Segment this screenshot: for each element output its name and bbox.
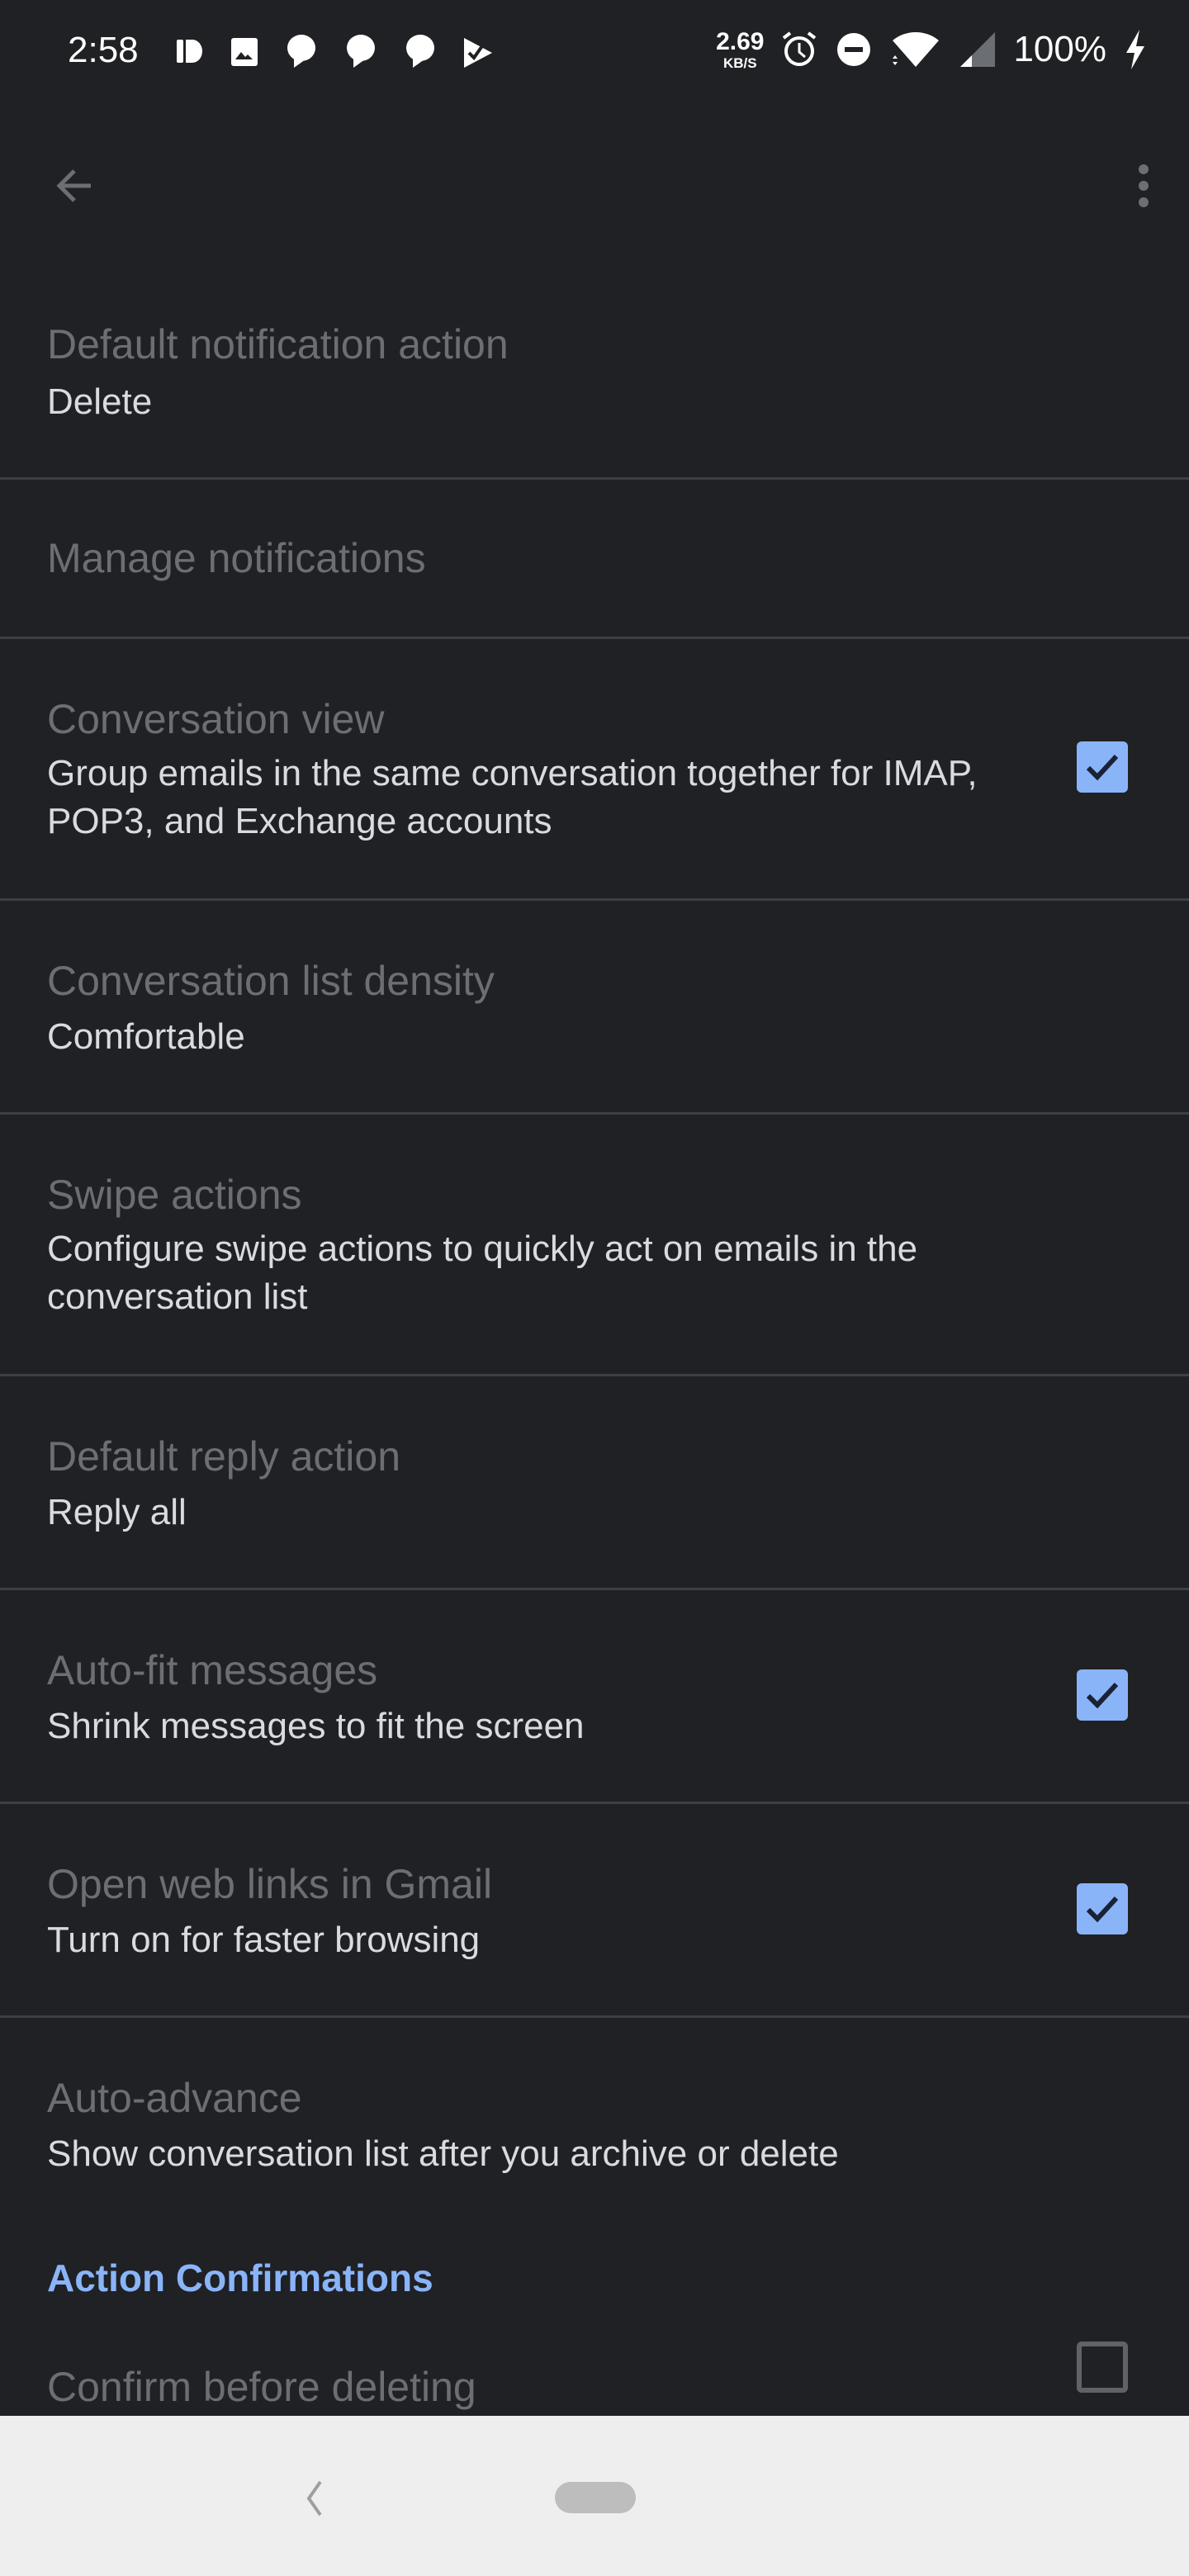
conversation-view-checkbox[interactable] (1077, 741, 1128, 793)
check-icon (1086, 1896, 1119, 1923)
network-speed: 2.69 KB/S (716, 27, 765, 71)
nav-back-icon[interactable] (297, 2474, 330, 2523)
alarm-icon (783, 31, 817, 66)
battery-percent: 100% (1013, 29, 1106, 69)
setting-title: Manage notifications (47, 535, 426, 581)
setting-title: Default notification action (47, 321, 509, 367)
section-header: Action Confirmations (47, 2256, 433, 2299)
clock: 2:58 (68, 30, 139, 70)
more-vert-icon (1139, 164, 1149, 207)
system-icons: 2.69 KB/S 100% (716, 28, 1148, 71)
setting-summary: Show conversation list after you archive… (47, 2133, 839, 2174)
back-button[interactable] (41, 157, 107, 215)
more-options-button[interactable] (1115, 157, 1172, 215)
setting-title: Auto-fit messages (47, 1647, 378, 1693)
setting-summary: Delete (47, 381, 153, 422)
setting-summary: Reply all (47, 1492, 187, 1532)
setting-title: Confirm before deleting (47, 2364, 476, 2410)
settings-list: Default notification action Delete Manag… (0, 264, 1189, 2530)
cell-signal-icon (960, 32, 996, 67)
auto-fit-checkbox[interactable] (1077, 1669, 1128, 1721)
arrow-back-icon (56, 169, 91, 202)
setting-summary: Shrink messages to fit the screen (47, 1706, 585, 1746)
setting-title: Open web links in Gmail (47, 1861, 493, 1907)
toolbar (0, 107, 1189, 264)
check-icon (1086, 754, 1119, 781)
setting-summary: Turn on for faster browsing (47, 1920, 481, 1960)
setting-summary: Comfortable (47, 1016, 245, 1057)
status-bar: 2:58 2.69 KB/S 100% (0, 0, 1189, 107)
confirm-delete-checkbox[interactable] (1077, 2342, 1128, 2393)
wifi-icon (893, 31, 940, 67)
nav-home-pill[interactable] (555, 2482, 636, 2513)
setting-auto-advance[interactable]: Auto-advance Show conversation list afte… (0, 2018, 1189, 2233)
chat-bubble-icon (406, 35, 434, 68)
system-nav-bar (0, 2416, 1189, 2576)
id-badge-icon (177, 40, 202, 63)
setting-title: Swipe actions (47, 1172, 302, 1218)
setting-summary: Configure swipe actions to quickly act o… (47, 1229, 918, 1317)
setting-conversation-view[interactable]: Conversation view Group emails in the sa… (0, 639, 1189, 901)
setting-title: Auto-advance (47, 2075, 302, 2121)
check-icon (1086, 1682, 1119, 1709)
setting-auto-fit-messages[interactable]: Auto-fit messages Shrink messages to fit… (0, 1590, 1189, 1804)
setting-manage-notifications[interactable]: Manage notifications (0, 480, 1189, 639)
setting-title: Conversation view (47, 696, 385, 742)
task-check-icon (464, 38, 492, 68)
do-not-disturb-icon (837, 33, 871, 66)
setting-default-reply-action[interactable]: Default reply action Reply all (0, 1376, 1189, 1590)
setting-summary: Group emails in the same conversation to… (47, 753, 978, 841)
setting-default-notification-action[interactable]: Default notification action Delete (0, 264, 1189, 480)
section-action-confirmations: Action Confirmations (0, 2233, 1189, 2365)
setting-conversation-list-density[interactable]: Conversation list density Comfortable (0, 901, 1189, 1115)
charging-bolt-icon (1126, 30, 1144, 69)
notification-icons (173, 33, 495, 69)
setting-open-web-links[interactable]: Open web links in Gmail Turn on for fast… (0, 1804, 1189, 2018)
image-icon (231, 38, 258, 66)
setting-title: Conversation list density (47, 958, 495, 1004)
setting-swipe-actions[interactable]: Swipe actions Configure swipe actions to… (0, 1115, 1189, 1376)
chat-bubble-icon (287, 35, 315, 68)
setting-title: Default reply action (47, 1433, 401, 1480)
open-web-links-checkbox[interactable] (1077, 1883, 1128, 1934)
chat-bubble-icon (347, 35, 375, 68)
